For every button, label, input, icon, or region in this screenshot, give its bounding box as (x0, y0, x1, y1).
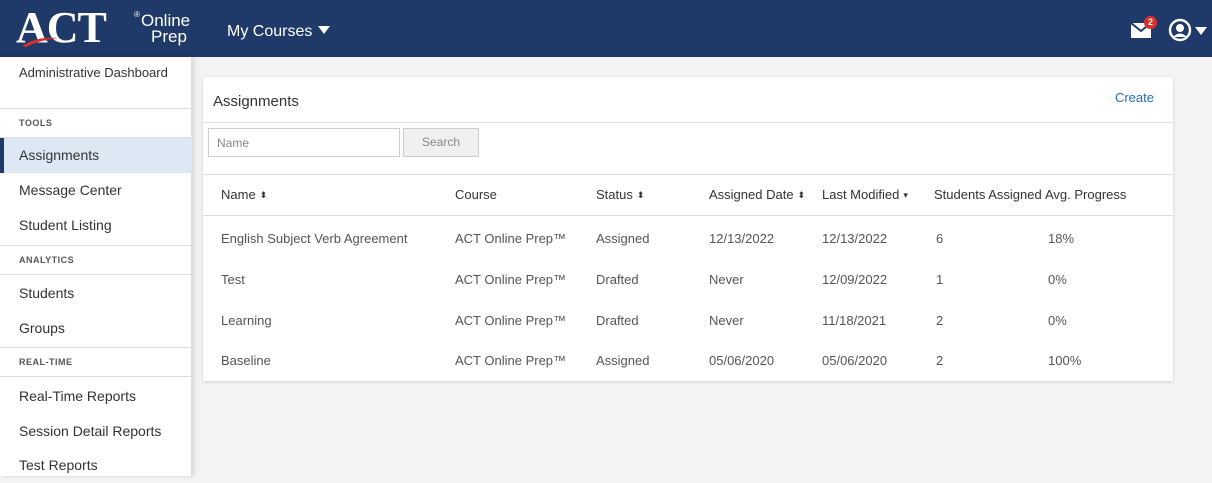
column-header-students-assigned: Students Assigned (934, 187, 1042, 202)
assignments-panel: Assignments Create Search Name⬍ Course S… (203, 77, 1173, 381)
my-courses-dropdown[interactable]: My Courses (227, 22, 331, 42)
column-header-name[interactable]: Name ⬍ (221, 187, 267, 202)
table-row[interactable]: Baseline ACT Online Prep™ Assigned 05/06… (203, 340, 1173, 381)
cell-students-assigned: 1 (936, 272, 944, 287)
column-header-label: Assigned Date (709, 187, 794, 202)
logo-swoosh-icon (22, 37, 58, 47)
search-button[interactable]: Search (403, 128, 479, 157)
sort-desc-icon: ▾ (903, 190, 908, 200)
sidebar-item-students[interactable]: Students (0, 276, 192, 311)
column-header-status[interactable]: Status ⬍ (596, 187, 644, 202)
sidebar-item-groups[interactable]: Groups (0, 311, 192, 346)
cell-name[interactable]: Learning (221, 313, 272, 328)
sort-icon: ⬍ (797, 190, 806, 200)
sort-icon: ⬍ (636, 190, 645, 200)
sidebar-item-test-reports[interactable]: Test Reports (0, 448, 192, 483)
cell-course: ACT Online Prep™ (455, 272, 567, 287)
column-header-avg-progress: Avg. Progress (1045, 187, 1126, 202)
sidebar-item-student-listing[interactable]: Student Listing (0, 208, 192, 243)
sidebar-heading-real-time: REAL-TIME (0, 347, 192, 377)
cell-assigned-date: Never (709, 272, 744, 287)
cell-avg-progress: 18% (1048, 231, 1075, 246)
divider (203, 122, 1173, 123)
sidebar-heading-analytics: ANALYTICS (0, 245, 192, 275)
chevron-down-icon (1195, 27, 1207, 35)
cell-name[interactable]: Baseline (221, 353, 271, 368)
cell-avg-progress: 100% (1048, 353, 1082, 368)
sidebar-item-assignments[interactable]: Assignments (0, 138, 192, 173)
cell-status: Drafted (596, 313, 639, 328)
cell-status: Drafted (596, 272, 639, 287)
sidebar-item-message-center[interactable]: Message Center (0, 173, 192, 208)
column-header-assigned-date[interactable]: Assigned Date ⬍ (709, 187, 805, 202)
sidebar-item-session-detail-reports[interactable]: Session Detail Reports (0, 414, 192, 449)
messages-button[interactable]: 2 (1130, 16, 1157, 42)
column-header-label: Avg. Progress (1045, 187, 1127, 202)
cell-last-modified: 12/09/2022 (822, 272, 888, 287)
column-header-label: Course (455, 187, 497, 202)
name-search-input[interactable] (208, 128, 400, 157)
column-header-course: Course (455, 187, 497, 202)
cell-students-assigned: 2 (936, 313, 944, 328)
logo-registered-mark: ® (134, 10, 140, 19)
user-avatar-icon (1168, 18, 1192, 42)
divider (203, 215, 1173, 216)
sidebar-item-real-time-reports[interactable]: Real-Time Reports (0, 379, 192, 414)
sort-icon: ⬍ (259, 190, 268, 200)
sidebar-heading-tools: TOOLS (0, 108, 192, 138)
divider (203, 174, 1173, 175)
act-online-prep-logo[interactable]: ACT ® Online Prep (0, 0, 200, 57)
cell-assigned-date: 05/06/2020 (709, 353, 775, 368)
table-row[interactable]: English Subject Verb Agreement ACT Onlin… (203, 218, 1173, 259)
cell-avg-progress: 0% (1048, 272, 1067, 287)
cell-course: ACT Online Prep™ (455, 313, 567, 328)
sidebar-item-administrative-dashboard[interactable]: Administrative Dashboard (19, 65, 179, 80)
column-header-last-modified[interactable]: Last Modified ▾ (822, 187, 908, 202)
caret-down-icon (318, 26, 331, 34)
cell-name[interactable]: Test (221, 272, 245, 287)
cell-course: ACT Online Prep™ (455, 231, 567, 246)
cell-students-assigned: 2 (936, 353, 944, 368)
column-header-label: Name (221, 187, 256, 202)
cell-assigned-date: Never (709, 313, 744, 328)
column-header-label: Status (596, 187, 633, 202)
cell-name[interactable]: English Subject Verb Agreement (221, 231, 407, 246)
cell-status: Assigned (596, 231, 650, 246)
message-count-badge: 2 (1144, 16, 1157, 29)
user-menu-button[interactable] (1168, 17, 1208, 43)
cell-last-modified: 05/06/2020 (822, 353, 888, 368)
column-header-label: Students Assigned (934, 187, 1042, 202)
cell-avg-progress: 0% (1048, 313, 1067, 328)
panel-title: Assignments (213, 93, 299, 110)
table-row[interactable]: Learning ACT Online Prep™ Drafted Never … (203, 300, 1173, 341)
cell-assigned-date: 12/13/2022 (709, 231, 775, 246)
cell-students-assigned: 6 (936, 231, 944, 246)
sidebar: Administrative Dashboard TOOLS Assignmen… (0, 57, 192, 476)
my-courses-label: My Courses (227, 23, 313, 40)
cell-last-modified: 12/13/2022 (822, 231, 888, 246)
column-header-label: Last Modified (822, 187, 900, 202)
table-row[interactable]: Test ACT Online Prep™ Drafted Never 12/0… (203, 259, 1173, 300)
cell-status: Assigned (596, 353, 650, 368)
cell-course: ACT Online Prep™ (455, 353, 567, 368)
top-nav-bar: ACT ® Online Prep My Courses 2 (0, 0, 1212, 57)
logo-prep-text: Prep (151, 27, 187, 46)
create-link[interactable]: Create (1115, 90, 1154, 105)
cell-last-modified: 11/18/2021 (822, 313, 887, 328)
